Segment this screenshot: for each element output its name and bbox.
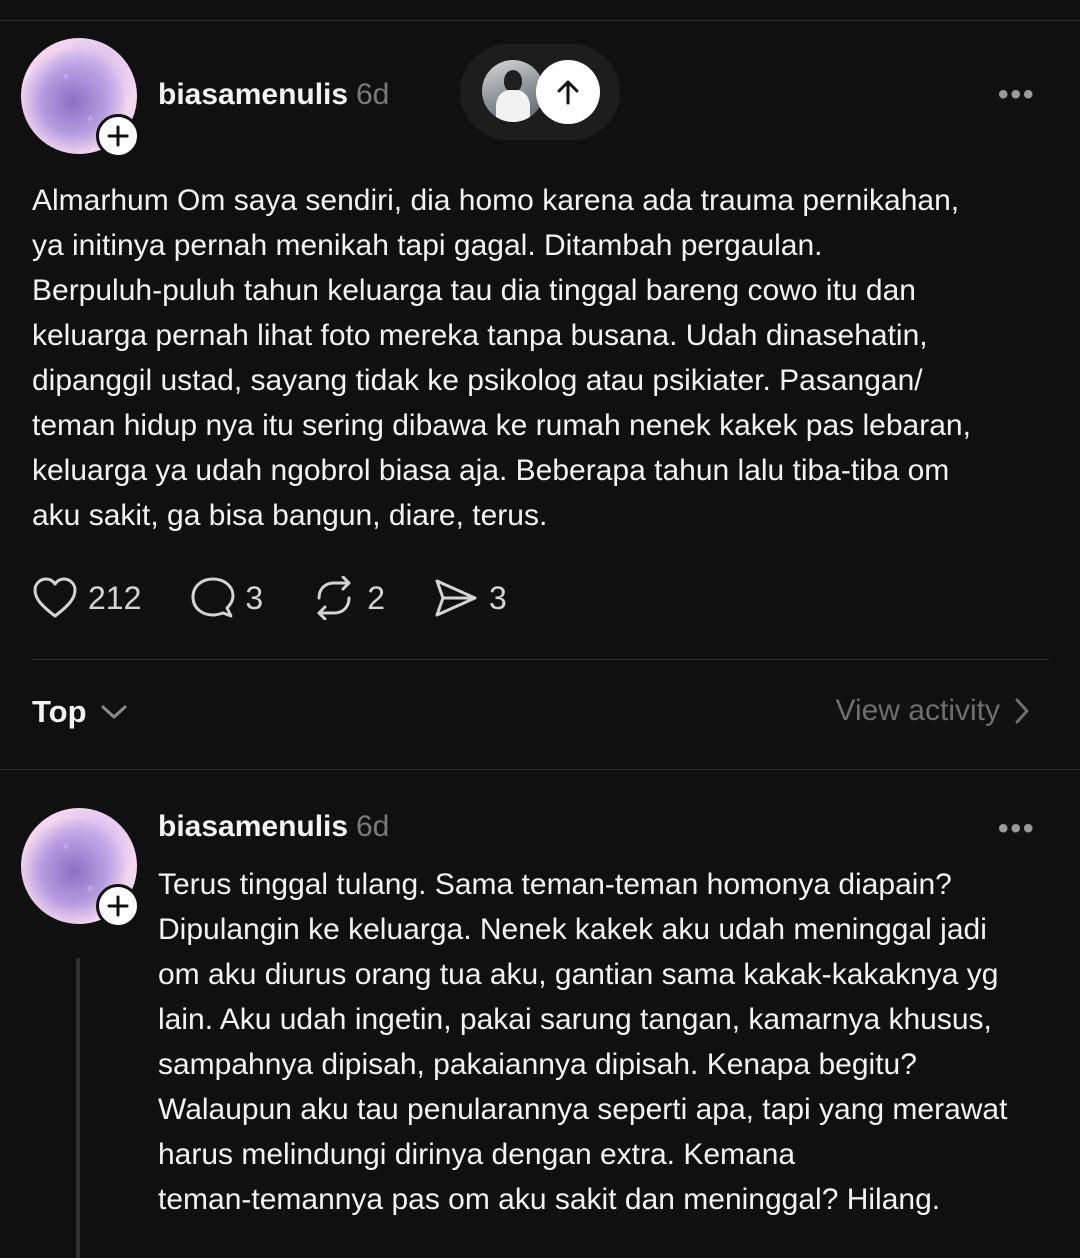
follow-plus-button[interactable] bbox=[96, 114, 140, 158]
share-count: 3 bbox=[488, 579, 507, 616]
reply-more-button[interactable]: ••• bbox=[998, 812, 1036, 846]
comment-count: 3 bbox=[245, 579, 264, 616]
reply-follow-plus-button[interactable] bbox=[96, 884, 140, 928]
top-divider bbox=[0, 20, 1080, 21]
repost-button[interactable]: 2 bbox=[311, 576, 385, 620]
plus-icon bbox=[107, 895, 129, 917]
scroll-up-button[interactable] bbox=[536, 60, 600, 124]
chevron-right-icon bbox=[1015, 698, 1029, 724]
pill-avatar bbox=[482, 60, 544, 122]
comment-icon bbox=[191, 577, 235, 618]
reply-text: Terus tinggal tulang. Sama teman-teman h… bbox=[158, 868, 1008, 1216]
like-count: 212 bbox=[88, 579, 142, 616]
repost-count: 2 bbox=[367, 579, 385, 616]
reply-username[interactable]: biasamenulis bbox=[158, 810, 348, 844]
sort-label: Top bbox=[32, 694, 87, 729]
post-more-button[interactable]: ••• bbox=[998, 78, 1036, 112]
chevron-down-icon bbox=[101, 705, 127, 719]
repost-icon bbox=[317, 576, 351, 620]
thread-line bbox=[76, 958, 80, 1258]
post-time: 6d bbox=[356, 78, 390, 111]
send-icon bbox=[435, 579, 477, 617]
view-activity-label: View activity bbox=[835, 694, 1000, 727]
post-username[interactable]: biasamenulis bbox=[158, 78, 348, 112]
post-text: Almarhum Om saya sendiri, dia homo karen… bbox=[32, 184, 971, 532]
heart-icon bbox=[33, 577, 77, 618]
arrow-up-icon bbox=[557, 80, 579, 105]
plus-icon bbox=[107, 125, 129, 147]
actions-divider bbox=[32, 659, 1049, 660]
post-actions: 212 3 2 3 bbox=[32, 574, 555, 622]
section-divider bbox=[0, 769, 1080, 770]
share-button[interactable]: 3 bbox=[433, 576, 507, 620]
view-activity-link[interactable]: View activity bbox=[835, 694, 1032, 728]
comment-button[interactable]: 3 bbox=[189, 576, 263, 620]
reply-time: 6d bbox=[356, 810, 390, 843]
like-button[interactable]: 212 bbox=[32, 576, 141, 620]
sort-dropdown[interactable]: Top bbox=[32, 694, 129, 730]
